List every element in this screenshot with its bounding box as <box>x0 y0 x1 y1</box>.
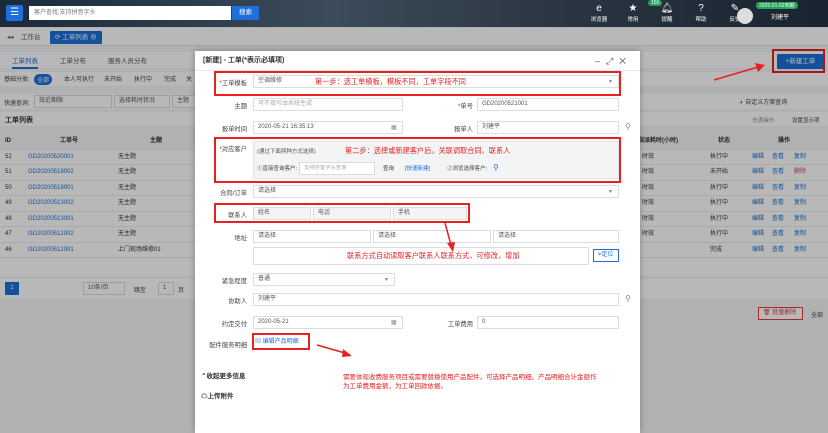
deadline-calendar-icon[interactable]: ▦ <box>391 319 397 326</box>
highlight-customer <box>214 137 621 183</box>
no-input[interactable]: GD20200521001 <box>477 98 619 111</box>
customer-search-input[interactable] <box>29 6 231 20</box>
address-city[interactable]: 请选择 <box>373 230 491 243</box>
help-label: 帮助 <box>695 17 707 23</box>
minimize-icon[interactable]: – <box>595 56 606 66</box>
collapse-more-label: 收起更多信息 <box>206 373 246 380</box>
reporter-label: 报单人 <box>454 126 473 133</box>
close-icon[interactable]: ✕ <box>619 56 632 66</box>
dialog-controls: –⤢✕ <box>595 51 632 71</box>
help-icon[interactable]: ? 帮助 <box>684 2 718 23</box>
star-label: 常用 <box>627 17 639 23</box>
time-label: 报单时间 <box>221 126 247 133</box>
maximize-icon[interactable]: ⤢ <box>606 56 619 66</box>
locate-button[interactable]: ⌖定位 <box>593 249 619 262</box>
fee-input[interactable]: 0 <box>477 316 619 329</box>
arrow-contact <box>444 222 455 252</box>
new-work-order-dialog: [新建] - 工单(*表示必填项) –⤢✕ *工单模板 空调维修 ▾ 第一步：选… <box>195 51 640 433</box>
fee-label: 工单费用 <box>447 321 473 328</box>
deadline-input[interactable]: 2020-05-21 <box>253 316 403 329</box>
subject-input[interactable]: 可不填写由系统生成 <box>253 98 403 111</box>
no-label-text: 单号 <box>460 103 473 110</box>
contact-name[interactable]: 姓名 <box>253 207 311 220</box>
bell-label: 提醒 <box>661 17 673 23</box>
assist-input[interactable]: 刘建平 <box>253 293 619 306</box>
edit-product-label: 编辑产品明细 <box>262 339 299 345</box>
contact-phone[interactable]: 电话 <box>313 207 391 220</box>
locate-label: 定位 <box>601 252 614 258</box>
customer-search[interactable] <box>29 6 231 20</box>
edit-product-button[interactable]: ▤ 编辑产品明细 <box>255 338 299 347</box>
urgency-caret-icon: ▾ <box>385 277 389 283</box>
address-district[interactable]: 请选择 <box>493 230 619 243</box>
deadline-label: 约定交付 <box>221 321 247 328</box>
urgency-label: 紧急程度 <box>221 278 247 285</box>
time-input[interactable]: 2020-05-21 16:35:13 <box>253 121 403 134</box>
contact-label: 联系人 <box>228 212 247 219</box>
reporter-input[interactable]: 刘建平 <box>477 121 619 134</box>
reporter-search-icon[interactable]: ⚲ <box>625 122 631 131</box>
assist-label: 协助人 <box>228 298 247 305</box>
attach-label: 配件服务明细 <box>209 342 247 349</box>
arrow-attach <box>316 344 352 357</box>
assist-search-icon[interactable]: ⚲ <box>625 294 631 303</box>
arrow-new-button <box>713 63 765 81</box>
address-province[interactable]: 请选择 <box>253 230 371 243</box>
search-button[interactable]: 搜索 <box>232 6 259 20</box>
subject-label: 主题 <box>234 103 247 110</box>
user-menu[interactable]: 刘建平 <box>737 8 789 24</box>
contact-mobile[interactable]: 手机 <box>393 207 467 220</box>
annotation-parts: 需要体现收费服务项目或需要替换使用产品配件，可选择产品明细。产品明细合计金额作为… <box>343 374 597 390</box>
collapse-more-button[interactable]: ⌃收起更多信息 <box>201 372 245 381</box>
annotation-contact: 联系方式自动读取客户联系人联系方式，可修改，增加 <box>347 251 520 260</box>
user-name: 刘建平 <box>771 14 790 21</box>
contract-caret-icon: ▾ <box>609 189 613 195</box>
avatar <box>737 8 753 24</box>
menu-icon[interactable]: ☰ <box>6 5 23 21</box>
annotation-step1: 第一步：选工单模板，模板不同，工单字段不同 <box>315 77 466 86</box>
dialog-title: [新建] - 工单(*表示必填项) <box>195 51 640 71</box>
urgency-select[interactable]: 普通 <box>253 273 395 286</box>
browser-icon[interactable]: e 浏览器 <box>582 2 616 23</box>
contract-label: 合同/订单 <box>220 190 247 197</box>
browser-label: 浏览器 <box>590 17 608 23</box>
calendar-icon[interactable]: ▦ <box>391 124 397 131</box>
star-icon[interactable]: ★ 常用 <box>616 2 650 23</box>
top-bar: ☰ 搜索 e浏览器 ★常用 🔔︎提醒 ?帮助 ✎反馈 150 2025-01-0… <box>0 0 828 27</box>
upload-attachment-button[interactable]: ☁上传附件 <box>201 392 234 401</box>
no-label: *单号 <box>457 103 473 110</box>
upload-label: 上传附件 <box>207 393 234 400</box>
contract-select[interactable]: 请选择 <box>253 185 619 198</box>
dialog-title-text: [新建] - 工单(*表示必填项) <box>203 57 285 64</box>
annotation-step2: 第二步：选择或新建客户后，关联调取合同、联系人 <box>345 146 511 155</box>
notification-badge: 150 <box>648 0 663 6</box>
address-label: 地址 <box>234 235 247 242</box>
